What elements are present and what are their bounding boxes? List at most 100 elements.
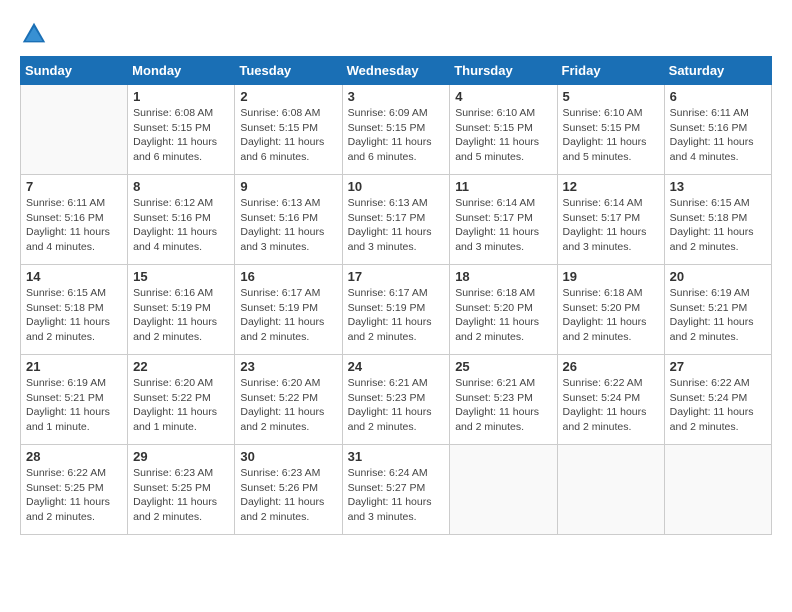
- day-number: 6: [670, 89, 766, 104]
- calendar-cell: 22Sunrise: 6:20 AMSunset: 5:22 PMDayligh…: [128, 355, 235, 445]
- day-detail: Sunrise: 6:20 AMSunset: 5:22 PMDaylight:…: [133, 376, 229, 435]
- day-number: 2: [240, 89, 336, 104]
- day-number: 15: [133, 269, 229, 284]
- day-detail: Sunrise: 6:14 AMSunset: 5:17 PMDaylight:…: [563, 196, 659, 255]
- day-number: 28: [26, 449, 122, 464]
- weekday-header: Sunday: [21, 57, 128, 85]
- day-number: 4: [455, 89, 551, 104]
- calendar-cell: 18 Sunrise: 6:18 AMSunset: 5:20 PMDayligh…: [450, 265, 557, 355]
- calendar-week-row: 14 Sunrise: 6:15 AMSunset: 5:18 PMDayligh…: [21, 265, 772, 355]
- calendar-cell: [664, 445, 771, 535]
- day-number: 30: [240, 449, 336, 464]
- day-number: 29: [133, 449, 229, 464]
- calendar-cell: 20 Sunrise: 6:19 AMSunset: 5:21 PMDayligh…: [664, 265, 771, 355]
- calendar-cell: [21, 85, 128, 175]
- calendar-body: 1 Sunrise: 6:08 AMSunset: 5:15 PMDaylight…: [21, 85, 772, 535]
- day-detail: Sunrise: 6:21 AMSunset: 5:23 PMDaylight:…: [348, 376, 445, 435]
- day-number: 31: [348, 449, 445, 464]
- calendar-table: SundayMondayTuesdayWednesdayThursdayFrid…: [20, 56, 772, 535]
- calendar-cell: 5Sunrise: 6:10 AMSunset: 5:15 PMDaylight…: [557, 85, 664, 175]
- day-detail: Sunrise: 6:22 AMSunset: 5:25 PMDaylight:…: [26, 466, 122, 525]
- calendar-cell: 19 Sunrise: 6:18 AMSunset: 5:20 PMDayligh…: [557, 265, 664, 355]
- day-detail: Sunrise: 6:11 AMSunset: 5:16 PMDaylight:…: [670, 106, 766, 165]
- day-detail: Sunrise: 6:24 AMSunset: 5:27 PMDaylight:…: [348, 466, 445, 525]
- day-detail: Sunrise: 6:19 AMSunset: 5:21 PMDaylight:…: [26, 376, 122, 435]
- day-number: 26: [563, 359, 659, 374]
- day-detail: Sunrise: 6:15 AMSunset: 5:18 PMDaylight:…: [670, 196, 766, 255]
- day-number: 27: [670, 359, 766, 374]
- day-detail: Sunrise: 6:17 AMSunset: 5:19 PMDaylight:…: [348, 286, 445, 345]
- day-number: 20: [670, 269, 766, 284]
- day-detail: Sunrise: 6:21 AMSunset: 5:23 PMDaylight:…: [455, 376, 551, 435]
- calendar-cell: 4Sunrise: 6:10 AMSunset: 5:15 PMDaylight…: [450, 85, 557, 175]
- calendar-cell: 21 Sunrise: 6:19 AMSunset: 5:21 PMDayligh…: [21, 355, 128, 445]
- calendar-cell: 23 Sunrise: 6:20 AMSunset: 5:22 PMDayligh…: [235, 355, 342, 445]
- calendar-cell: 30Sunrise: 6:23 AMSunset: 5:26 PMDayligh…: [235, 445, 342, 535]
- calendar-cell: 29 Sunrise: 6:23 AMSunset: 5:25 PMDayligh…: [128, 445, 235, 535]
- day-detail: Sunrise: 6:17 AMSunset: 5:19 PMDaylight:…: [240, 286, 336, 345]
- calendar-cell: 27Sunrise: 6:22 AMSunset: 5:24 PMDayligh…: [664, 355, 771, 445]
- day-detail: Sunrise: 6:12 AMSunset: 5:16 PMDaylight:…: [133, 196, 229, 255]
- day-detail: Sunrise: 6:14 AMSunset: 5:17 PMDaylight:…: [455, 196, 551, 255]
- day-detail: Sunrise: 6:16 AMSunset: 5:19 PMDaylight:…: [133, 286, 229, 345]
- day-number: 17: [348, 269, 445, 284]
- day-number: 19: [563, 269, 659, 284]
- calendar-week-row: 1 Sunrise: 6:08 AMSunset: 5:15 PMDaylight…: [21, 85, 772, 175]
- calendar-cell: [450, 445, 557, 535]
- day-detail: Sunrise: 6:08 AMSunset: 5:15 PMDaylight:…: [133, 106, 229, 165]
- day-number: 12: [563, 179, 659, 194]
- day-number: 23: [240, 359, 336, 374]
- day-number: 3: [348, 89, 445, 104]
- logo-icon: [20, 20, 48, 48]
- calendar-cell: 28 Sunrise: 6:22 AMSunset: 5:25 PMDayligh…: [21, 445, 128, 535]
- calendar-cell: 26 Sunrise: 6:22 AMSunset: 5:24 PMDayligh…: [557, 355, 664, 445]
- calendar-cell: 12 Sunrise: 6:14 AMSunset: 5:17 PMDayligh…: [557, 175, 664, 265]
- day-number: 10: [348, 179, 445, 194]
- day-detail: Sunrise: 6:10 AMSunset: 5:15 PMDaylight:…: [563, 106, 659, 165]
- day-detail: Sunrise: 6:15 AMSunset: 5:18 PMDaylight:…: [26, 286, 122, 345]
- calendar-cell: [557, 445, 664, 535]
- page-header: [20, 20, 772, 48]
- day-detail: Sunrise: 6:09 AMSunset: 5:15 PMDaylight:…: [348, 106, 445, 165]
- calendar-cell: 25 Sunrise: 6:21 AMSunset: 5:23 PMDayligh…: [450, 355, 557, 445]
- logo: [20, 20, 52, 48]
- day-number: 18: [455, 269, 551, 284]
- calendar-cell: 10Sunrise: 6:13 AMSunset: 5:17 PMDayligh…: [342, 175, 450, 265]
- day-number: 1: [133, 89, 229, 104]
- calendar-week-row: 7Sunrise: 6:11 AMSunset: 5:16 PMDaylight…: [21, 175, 772, 265]
- weekday-header: Friday: [557, 57, 664, 85]
- calendar-cell: 9Sunrise: 6:13 AMSunset: 5:16 PMDaylight…: [235, 175, 342, 265]
- day-number: 24: [348, 359, 445, 374]
- day-number: 11: [455, 179, 551, 194]
- calendar-cell: 6 Sunrise: 6:11 AMSunset: 5:16 PMDaylight…: [664, 85, 771, 175]
- calendar-cell: 11 Sunrise: 6:14 AMSunset: 5:17 PMDayligh…: [450, 175, 557, 265]
- weekday-header: Tuesday: [235, 57, 342, 85]
- calendar-cell: 16 Sunrise: 6:17 AMSunset: 5:19 PMDayligh…: [235, 265, 342, 355]
- day-detail: Sunrise: 6:13 AMSunset: 5:16 PMDaylight:…: [240, 196, 336, 255]
- calendar-cell: 2 Sunrise: 6:08 AMSunset: 5:15 PMDaylight…: [235, 85, 342, 175]
- day-number: 13: [670, 179, 766, 194]
- calendar-week-row: 28 Sunrise: 6:22 AMSunset: 5:25 PMDayligh…: [21, 445, 772, 535]
- day-detail: Sunrise: 6:22 AMSunset: 5:24 PMDaylight:…: [563, 376, 659, 435]
- weekday-header: Thursday: [450, 57, 557, 85]
- day-detail: Sunrise: 6:23 AMSunset: 5:25 PMDaylight:…: [133, 466, 229, 525]
- weekday-header: Wednesday: [342, 57, 450, 85]
- day-detail: Sunrise: 6:18 AMSunset: 5:20 PMDaylight:…: [563, 286, 659, 345]
- day-number: 14: [26, 269, 122, 284]
- calendar-cell: 17 Sunrise: 6:17 AMSunset: 5:19 PMDayligh…: [342, 265, 450, 355]
- calendar-cell: 3 Sunrise: 6:09 AMSunset: 5:15 PMDaylight…: [342, 85, 450, 175]
- calendar-header: SundayMondayTuesdayWednesdayThursdayFrid…: [21, 57, 772, 85]
- calendar-cell: 7Sunrise: 6:11 AMSunset: 5:16 PMDaylight…: [21, 175, 128, 265]
- day-number: 16: [240, 269, 336, 284]
- day-number: 21: [26, 359, 122, 374]
- calendar-cell: 15 Sunrise: 6:16 AMSunset: 5:19 PMDayligh…: [128, 265, 235, 355]
- day-number: 8: [133, 179, 229, 194]
- day-detail: Sunrise: 6:19 AMSunset: 5:21 PMDaylight:…: [670, 286, 766, 345]
- day-detail: Sunrise: 6:20 AMSunset: 5:22 PMDaylight:…: [240, 376, 336, 435]
- weekday-header: Saturday: [664, 57, 771, 85]
- day-detail: Sunrise: 6:08 AMSunset: 5:15 PMDaylight:…: [240, 106, 336, 165]
- day-detail: Sunrise: 6:18 AMSunset: 5:20 PMDaylight:…: [455, 286, 551, 345]
- calendar-cell: 8 Sunrise: 6:12 AMSunset: 5:16 PMDaylight…: [128, 175, 235, 265]
- calendar-week-row: 21 Sunrise: 6:19 AMSunset: 5:21 PMDayligh…: [21, 355, 772, 445]
- day-number: 25: [455, 359, 551, 374]
